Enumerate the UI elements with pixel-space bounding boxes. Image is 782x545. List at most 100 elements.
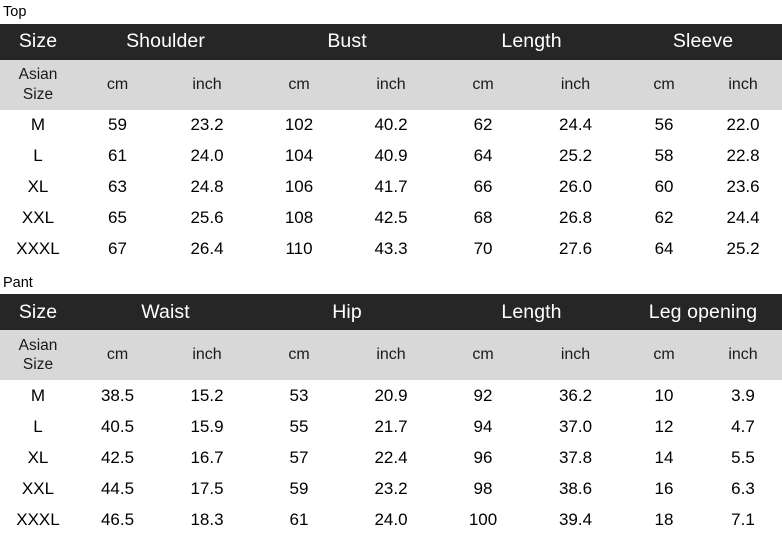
unit-header-row-pant: Asian Size cm inch cm inch cm inch cm in… (0, 330, 782, 380)
unit-header-cell: inch (704, 59, 782, 110)
table-head-pant: Size Waist Hip Length Leg opening Asian … (0, 294, 782, 380)
table-row: XXL 65 25.6 108 42.5 68 26.8 62 24.4 (0, 202, 782, 234)
group-header-hip: Hip (255, 294, 439, 330)
group-header-length: Length (439, 294, 624, 330)
table-row: XXXL 67 26.4 110 43.3 70 27.6 64 25.2 (0, 233, 782, 265)
table-cell: 38.6 (527, 473, 624, 504)
group-header-size: Size (0, 23, 76, 60)
table-cell: 4.7 (704, 411, 782, 442)
group-header-waist: Waist (76, 294, 255, 330)
row-size-label: L (0, 140, 76, 172)
unit-header-cell: cm (439, 59, 528, 110)
table-row: XL 63 24.8 106 41.7 66 26.0 60 23.6 (0, 171, 782, 203)
table-cell: 56 (624, 109, 705, 141)
group-header-sleeve: Sleeve (624, 23, 782, 60)
table-cell: 108 (255, 202, 344, 234)
table-cell: 37.0 (527, 411, 624, 442)
table-cell: 62 (439, 109, 528, 141)
table-row: L 40.5 15.9 55 21.7 94 37.0 12 4.7 (0, 411, 782, 442)
unit-header-cell: cm (624, 330, 704, 380)
size-table-pant: Size Waist Hip Length Leg opening Asian … (0, 294, 782, 535)
table-cell: 12 (624, 411, 704, 442)
table-cell: 66 (439, 171, 528, 203)
table-cell: 25.6 (159, 202, 256, 234)
table-cell: 15.9 (159, 411, 255, 442)
table-cell: 65 (76, 202, 159, 234)
unit-header-cell: cm (624, 59, 705, 110)
table-row: M 59 23.2 102 40.2 62 24.4 56 22.0 (0, 109, 782, 141)
table-cell: 39.4 (527, 504, 624, 535)
unit-header-cell: cm (76, 59, 159, 110)
table-row: L 61 24.0 104 40.9 64 25.2 58 22.8 (0, 140, 782, 172)
table-cell: 42.5 (76, 442, 159, 473)
table-cell: 58 (624, 140, 705, 172)
table-cell: 23.2 (343, 473, 439, 504)
table-cell: 20.9 (343, 380, 439, 411)
table-cell: 23.6 (704, 171, 782, 203)
table-cell: 37.8 (527, 442, 624, 473)
table-cell: 24.4 (527, 109, 625, 141)
table-cell: 94 (439, 411, 527, 442)
table-cell: 21.7 (343, 411, 439, 442)
table-cell: 96 (439, 442, 527, 473)
row-size-label: XXXL (0, 504, 76, 535)
table-cell: 44.5 (76, 473, 159, 504)
table-cell: 59 (255, 473, 343, 504)
table-cell: 61 (76, 140, 159, 172)
table-cell: 70 (439, 233, 528, 265)
table-cell: 18.3 (159, 504, 255, 535)
group-header-length: Length (439, 23, 625, 60)
asian-size-line1: Asian (18, 336, 58, 354)
table-cell: 61 (255, 504, 343, 535)
table-cell: 36.2 (527, 380, 624, 411)
table-cell: 25.2 (704, 233, 782, 265)
table-cell: 5.5 (704, 442, 782, 473)
table-cell: 46.5 (76, 504, 159, 535)
size-chart: Top Size Shoulder Bust Length Sleeve Asi… (0, 0, 782, 535)
table-cell: 102 (255, 109, 344, 141)
table-cell: 16.7 (159, 442, 255, 473)
table-row: XL 42.5 16.7 57 22.4 96 37.8 14 5.5 (0, 442, 782, 473)
unit-header-cell: inch (343, 330, 439, 380)
table-cell: 59 (76, 109, 159, 141)
table-cell: 92 (439, 380, 527, 411)
asian-size-line1: Asian (18, 66, 58, 84)
row-size-label: XXL (0, 202, 76, 234)
table-cell: 53 (255, 380, 343, 411)
table-body-top: M 59 23.2 102 40.2 62 24.4 56 22.0 L 61 … (0, 109, 782, 265)
table-cell: 26.0 (527, 171, 625, 203)
row-size-label: XXXL (0, 233, 76, 265)
table-cell: 41.7 (343, 171, 440, 203)
table-cell: 98 (439, 473, 527, 504)
table-cell: 22.0 (704, 109, 782, 141)
unit-header-cell: cm (439, 330, 527, 380)
unit-header-cell: inch (159, 59, 256, 110)
group-header-bust: Bust (255, 23, 440, 60)
table-cell: 24.8 (159, 171, 256, 203)
table-cell: 104 (255, 140, 344, 172)
unit-header-cell: cm (76, 330, 159, 380)
table-row: XXL 44.5 17.5 59 23.2 98 38.6 16 6.3 (0, 473, 782, 504)
section-label-top: Top (3, 4, 27, 20)
table-cell: 14 (624, 442, 704, 473)
asian-size-header-pant: Asian Size (0, 330, 76, 380)
table-cell: 15.2 (159, 380, 255, 411)
table-cell: 24.0 (159, 140, 256, 172)
group-header-row-top: Size Shoulder Bust Length Sleeve (0, 23, 782, 60)
table-cell: 10 (624, 380, 704, 411)
table-cell: 40.5 (76, 411, 159, 442)
asian-size-line2: Size (22, 356, 54, 373)
table-cell: 63 (76, 171, 159, 203)
unit-header-cell: inch (527, 59, 625, 110)
table-cell: 64 (624, 233, 705, 265)
table-cell: 22.4 (343, 442, 439, 473)
table-cell: 3.9 (704, 380, 782, 411)
row-size-label: M (0, 109, 76, 141)
table-cell: 24.0 (343, 504, 439, 535)
unit-header-cell: inch (159, 330, 255, 380)
table-cell: 16 (624, 473, 704, 504)
row-size-label: L (0, 411, 76, 442)
unit-header-cell: inch (527, 330, 624, 380)
table-cell: 100 (439, 504, 527, 535)
table-cell: 55 (255, 411, 343, 442)
